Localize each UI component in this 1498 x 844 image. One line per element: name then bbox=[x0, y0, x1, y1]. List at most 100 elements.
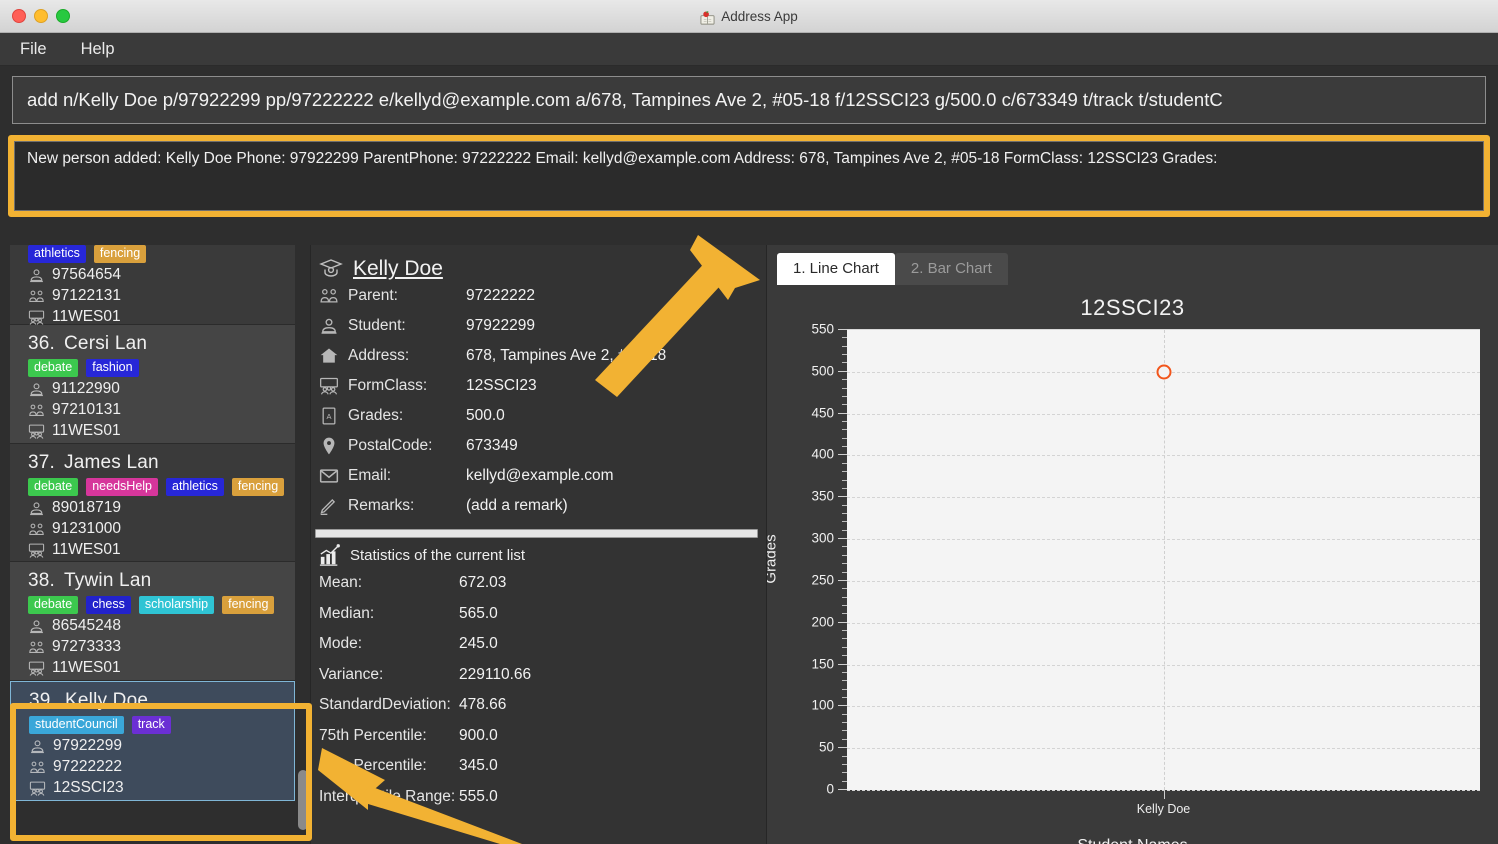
person-parent-phone: 97273333 bbox=[52, 638, 121, 655]
person-tag-list: athletics fencing bbox=[28, 245, 285, 263]
person-list-item[interactable]: athletics fencing 97564654 97122131 11WES01 bbox=[10, 245, 295, 325]
chart-y-tick-label: 50 bbox=[818, 739, 834, 755]
details-field-row: Remarks: (add a remark) bbox=[311, 491, 766, 521]
person-student-phone-row: 91122990 bbox=[28, 380, 285, 398]
person-list[interactable]: athletics fencing 97564654 97122131 11WES01 3… bbox=[10, 245, 295, 801]
details-field-value: 678, Tampines Ave 2, #05-18 bbox=[466, 347, 667, 364]
person-student-phone: 97922299 bbox=[53, 737, 122, 754]
person-list-item-selected[interactable]: 39. Kelly Doe studentCouncil track 97922299 9… bbox=[10, 681, 295, 801]
person-tag: fencing bbox=[93, 245, 147, 263]
class-icon bbox=[28, 542, 45, 559]
person-form-class-row: 12SSCI23 bbox=[29, 779, 284, 797]
person-list-scrollbar-track[interactable] bbox=[298, 245, 308, 844]
person-tag: studentCouncil bbox=[29, 716, 124, 734]
chart-y-tick bbox=[838, 747, 847, 749]
statistics-value: 900.0 bbox=[459, 726, 498, 744]
parents-icon bbox=[28, 521, 45, 538]
parents-icon bbox=[28, 402, 45, 419]
menu-file[interactable]: File bbox=[16, 38, 51, 61]
tab-bar-chart[interactable]: 2. Bar Chart bbox=[894, 253, 1008, 285]
chart-y-tick bbox=[838, 789, 847, 790]
chart-y-tick-label: 100 bbox=[811, 697, 834, 713]
student-icon bbox=[28, 618, 45, 635]
menu-help[interactable]: Help bbox=[77, 38, 119, 61]
person-tag: debate bbox=[28, 596, 79, 614]
person-student-phone: 97564654 bbox=[52, 266, 121, 283]
details-field-label: Student: bbox=[348, 317, 406, 334]
minimize-button[interactable] bbox=[34, 9, 48, 23]
pencil-icon bbox=[319, 496, 339, 516]
person-list-panel[interactable]: athletics fencing 97564654 97122131 11WES01 3… bbox=[0, 245, 310, 844]
person-list-item[interactable]: 37. James Lan debate needsHelp athletics fenc… bbox=[10, 444, 295, 562]
statistics-label: Mode: bbox=[319, 635, 363, 653]
details-field-label: Parent: bbox=[348, 287, 398, 304]
details-field-value: 12SSCI23 bbox=[466, 377, 537, 394]
chart-y-tick-label: 300 bbox=[811, 530, 834, 546]
details-field-label: Email: bbox=[348, 467, 392, 484]
chart-y-tick bbox=[838, 579, 847, 581]
chart-y-tick bbox=[838, 663, 847, 665]
zoom-button[interactable] bbox=[56, 9, 70, 23]
class-icon bbox=[28, 660, 45, 677]
statistics-row: Mean: 672.03 bbox=[311, 568, 766, 599]
command-input-area: add n/Kelly Doe p/97922299 pp/97222222 e… bbox=[0, 66, 1498, 132]
person-parent-phone-row: 97210131 bbox=[28, 401, 285, 419]
graduate-icon bbox=[319, 257, 343, 281]
chart-y-tick-label: 200 bbox=[811, 614, 834, 630]
statistics-label: Variance: bbox=[319, 665, 384, 683]
person-student-phone: 86545248 bbox=[52, 617, 121, 634]
pin-icon bbox=[319, 436, 339, 456]
statistics-row: Mode: 245.0 bbox=[311, 629, 766, 660]
chart-canvas: Grades 0 50 100 150 200 250 300 350 400 450 500 550… bbox=[767, 322, 1498, 844]
person-index: 37. bbox=[28, 452, 56, 473]
statistics-label: Mean: bbox=[319, 574, 363, 592]
chart-y-tick bbox=[838, 454, 847, 456]
person-parent-phone-row: 97222222 bbox=[29, 758, 284, 776]
details-field-value: 97222222 bbox=[466, 287, 535, 304]
person-index: 39. bbox=[29, 690, 57, 711]
main-content: athletics fencing 97564654 97122131 11WES01 3… bbox=[0, 245, 1498, 844]
person-list-scrollbar-thumb[interactable] bbox=[298, 770, 308, 830]
details-field-row: A Grades: 500.0 bbox=[311, 401, 766, 431]
chart-tabs[interactable]: 1. Line Chart 2. Bar Chart bbox=[767, 245, 1498, 285]
person-list-item[interactable]: 38. Tywin Lan debate chess scholarship fencin… bbox=[10, 562, 295, 681]
details-field-row: PostalCode: 673349 bbox=[311, 431, 766, 461]
details-field-row: Parent: 97222222 bbox=[311, 281, 766, 311]
command-input[interactable]: add n/Kelly Doe p/97922299 pp/97222222 e… bbox=[12, 76, 1486, 124]
statistics-row: 75th Percentile: 900.0 bbox=[311, 721, 766, 752]
window-controls[interactable] bbox=[12, 0, 70, 32]
statistics-value: 229110.66 bbox=[459, 665, 532, 683]
details-title-row: Kelly Doe bbox=[311, 245, 766, 281]
statistics-label: StandardDeviation: bbox=[319, 696, 451, 714]
statistics-value: 565.0 bbox=[459, 604, 498, 622]
statistics-row: StandardDeviation: 478.66 bbox=[311, 690, 766, 721]
close-button[interactable] bbox=[12, 9, 26, 23]
details-field-value: 673349 bbox=[466, 437, 518, 454]
person-tag: debate bbox=[28, 359, 79, 377]
statistics-row: Variance: 229110.66 bbox=[311, 660, 766, 691]
chart-y-tick-label: 150 bbox=[811, 656, 834, 672]
chart-y-tick-label: 500 bbox=[811, 363, 834, 379]
details-stats-divider[interactable] bbox=[315, 529, 758, 538]
person-tag-list: debate needsHelp athletics fencing bbox=[28, 478, 285, 496]
person-student-phone: 89018719 bbox=[52, 499, 121, 516]
tab-line-chart[interactable]: 1. Line Chart bbox=[777, 253, 895, 285]
chart-y-tick bbox=[838, 621, 847, 623]
details-field-row: FormClass: 12SSCI23 bbox=[311, 371, 766, 401]
parents-icon bbox=[28, 639, 45, 656]
bar-chart-icon bbox=[319, 544, 341, 566]
person-student-phone-row: 86545248 bbox=[28, 617, 285, 635]
result-box: New person added: Kelly Doe Phone: 97922… bbox=[14, 141, 1484, 211]
details-field-label: Grades: bbox=[348, 407, 404, 424]
person-form-class: 11WES01 bbox=[52, 308, 121, 325]
person-student-phone-row: 89018719 bbox=[28, 499, 285, 517]
home-icon bbox=[319, 346, 339, 366]
details-person-name: Kelly Doe bbox=[353, 257, 443, 280]
chart-y-tick-label: 250 bbox=[811, 572, 834, 588]
person-tag: fencing bbox=[231, 478, 285, 496]
details-field-row: Student: 97922299 bbox=[311, 311, 766, 341]
details-field-value: (add a remark) bbox=[466, 497, 568, 514]
person-list-item[interactable]: 36. Cersi Lan debate fashion 91122990 9721013… bbox=[10, 325, 295, 444]
details-field-list: Parent: 97222222 Student: 97922299 Address: 6… bbox=[311, 281, 766, 521]
chart-data-point bbox=[1156, 364, 1171, 380]
